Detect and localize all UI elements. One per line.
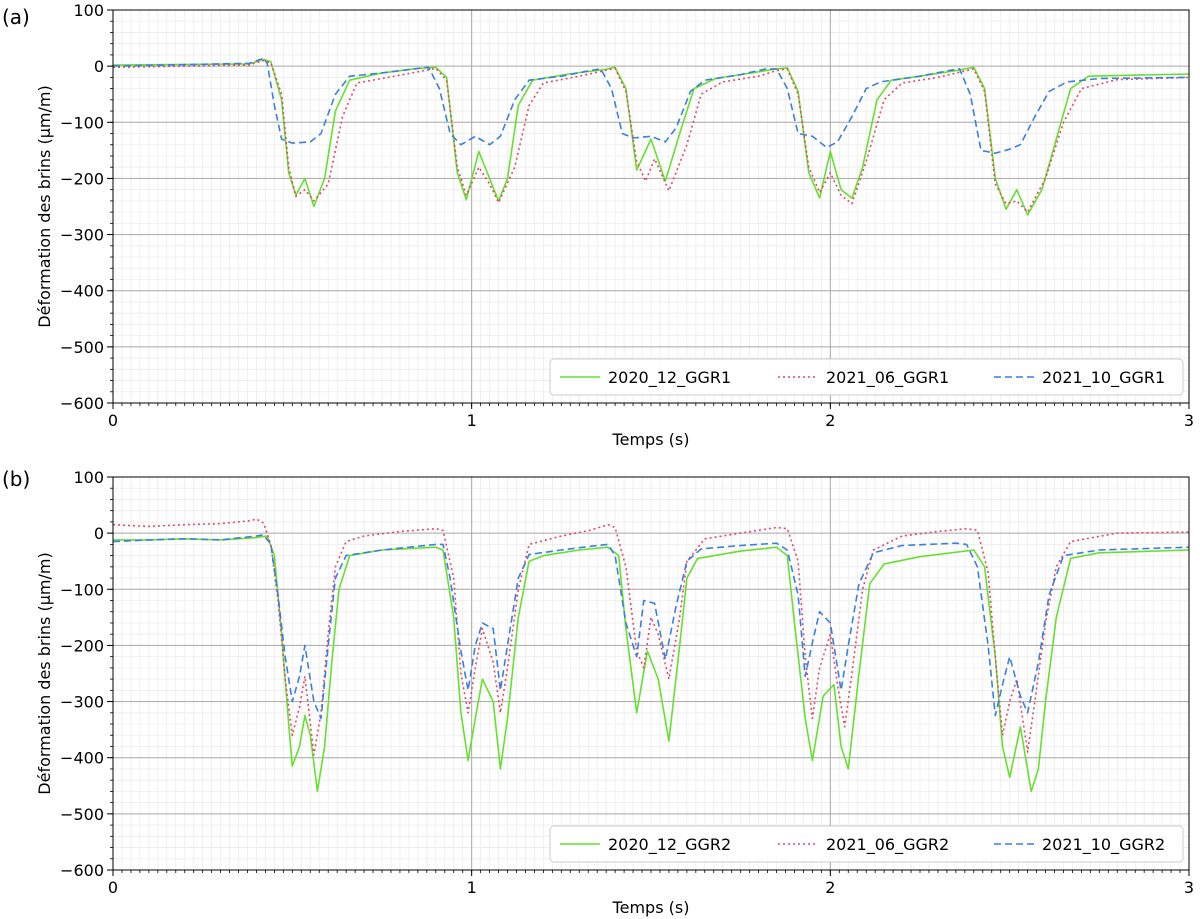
y-tick-label: −600	[60, 861, 104, 880]
y-tick-label: −100	[60, 113, 104, 132]
y-tick-label: −100	[60, 580, 104, 599]
y-tick-label: −300	[60, 226, 104, 245]
x-axis-label: Temps (s)	[612, 430, 690, 449]
y-axis-label: Déformation des brins (µm/m)	[35, 85, 54, 327]
y-tick-label: −500	[60, 805, 104, 824]
legend: 2020_12_GGR1 2021_06_GGR1 2021_10_GGR1	[549, 358, 1184, 396]
chart-panel-a: 0 1 2 3 100 0 −100 −200 −300 −400 −500 −600 Temps (s…	[2, 1, 1194, 449]
x-axis-label: Temps (s)	[612, 898, 690, 917]
x-tick-label: 0	[108, 411, 118, 430]
y-tick-label: −200	[60, 636, 104, 655]
panel-label: (a)	[2, 5, 30, 29]
y-axis-label: Déformation des brins (µm/m)	[35, 552, 54, 794]
x-tick-label: 1	[467, 411, 477, 430]
figure: 0 1 2 31000−100−200−300−400−500−600Temps (s…	[2, 1, 1194, 917]
y-tick-label: 0	[94, 57, 104, 76]
legend-label: 2020_12_GGR1	[608, 368, 731, 388]
x-tick-label: 2	[825, 411, 835, 430]
y-tick-label: −400	[60, 749, 104, 768]
chart-panel-b: 0 1 2 3 100 0 −100 −200 −300 −400 −500 −600 Temps (s…	[2, 467, 1194, 917]
panel-label: (b)	[2, 467, 30, 491]
x-tick-label: 2	[825, 878, 835, 897]
legend-label: 2021_10_GGR2	[1042, 835, 1165, 855]
legend-label: 2021_10_GGR1	[1042, 368, 1165, 388]
y-tick-label: 100	[73, 468, 104, 487]
y-tick-label: 0	[94, 524, 104, 543]
legend: 2020_12_GGR2 2021_06_GGR2 2021_10_GGR2	[549, 825, 1184, 863]
legend-label: 2021_06_GGR1	[826, 368, 949, 388]
x-tick-label: 3	[1184, 878, 1194, 897]
y-tick-label: −500	[60, 338, 104, 357]
y-tick-label: −600	[60, 394, 104, 413]
y-tick-label: −200	[60, 169, 104, 188]
legend-label: 2020_12_GGR2	[608, 835, 731, 855]
y-tick-label: 100	[73, 1, 104, 20]
legend-label: 2021_06_GGR2	[826, 835, 949, 855]
x-tick-label: 3	[1184, 411, 1194, 430]
x-tick-label: 1	[467, 878, 477, 897]
y-tick-label: −400	[60, 282, 104, 301]
y-tick-label: −300	[60, 693, 104, 712]
x-tick-label: 0	[108, 878, 118, 897]
